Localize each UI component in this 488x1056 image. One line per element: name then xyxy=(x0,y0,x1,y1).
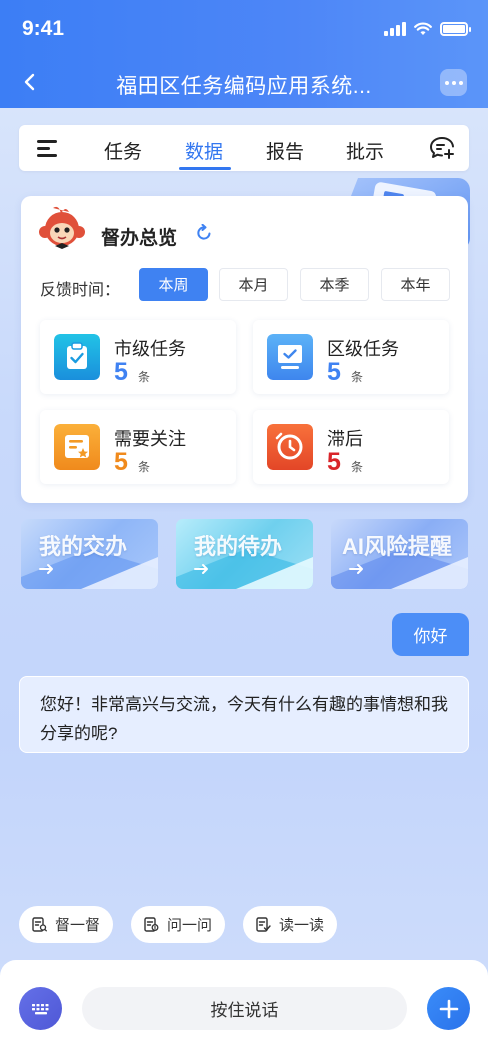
feedback-time-label: 反馈时间： xyxy=(40,282,121,299)
shortcut-my-todo[interactable]: 我的待办 xyxy=(176,519,313,589)
overview-card: 督办总览 反馈时间： 本周 本月 本季 本年 市级任务 5 条 区级任务 5 条… xyxy=(21,196,468,503)
more-button[interactable] xyxy=(440,69,467,96)
input-bar: 按住说话 xyxy=(0,960,488,1056)
overview-title: 督办总览 xyxy=(101,228,178,249)
signal-icon xyxy=(384,22,406,36)
quick-action-read-label: 读一读 xyxy=(279,917,325,934)
clock-alert-icon xyxy=(267,424,313,470)
keyboard-icon xyxy=(31,1003,48,1014)
nav-bar: 福田区任务编码应用系统... xyxy=(0,56,488,108)
wifi-icon xyxy=(414,22,432,35)
keyboard-toggle-button[interactable] xyxy=(19,987,62,1030)
add-button[interactable] xyxy=(427,987,470,1030)
plus-icon xyxy=(439,999,458,1018)
arrow-right-icon xyxy=(39,564,53,574)
ask-icon xyxy=(144,917,159,932)
quick-action-read[interactable]: 读一读 xyxy=(243,906,338,943)
stat-district-tasks-value: 5 xyxy=(327,358,341,386)
stat-attention[interactable]: 需要关注 5 条 xyxy=(40,410,236,484)
stat-district-tasks-unit: 条 xyxy=(351,370,364,384)
arrow-right-icon xyxy=(194,564,208,574)
period-quarter[interactable]: 本季 xyxy=(300,268,369,301)
monkey-mascot-icon xyxy=(39,206,85,249)
tab-data[interactable]: 数据 xyxy=(185,137,223,164)
stat-delayed-unit: 条 xyxy=(351,460,364,474)
quick-action-supervise-label: 督一督 xyxy=(55,917,101,934)
page-title: 福田区任务编码应用系统... xyxy=(116,75,372,98)
refresh-icon[interactable] xyxy=(195,224,213,242)
stat-attention-value: 5 xyxy=(114,448,128,476)
shortcut-ai-risk-label: AI风险提醒 xyxy=(342,534,453,559)
more-icon xyxy=(444,80,449,85)
quick-action-ask[interactable]: 问一问 xyxy=(131,906,226,943)
supervise-icon xyxy=(32,917,47,932)
tab-bar: 任务 数据 报告 批示 xyxy=(19,125,469,171)
tab-reports[interactable]: 报告 xyxy=(266,137,304,164)
ai-message-bubble: 您好！非常高兴与交流，今天有什么有趣的事情想和我分享的呢? xyxy=(19,676,469,753)
quick-action-supervise[interactable]: 督一督 xyxy=(19,906,114,943)
tab-tasks[interactable]: 任务 xyxy=(104,137,142,164)
monitor-check-icon xyxy=(267,334,313,380)
clipboard-check-icon xyxy=(54,334,100,380)
stat-city-tasks[interactable]: 市级任务 5 条 xyxy=(40,320,236,394)
arrow-right-icon xyxy=(349,564,363,574)
user-message-bubble: 你好 xyxy=(392,613,469,656)
stat-district-tasks[interactable]: 区级任务 5 条 xyxy=(253,320,449,394)
phone-screen: 9:41 福田区任务编码应用系统... 任务 数据 报告 批示 督办总览 反馈时… xyxy=(0,0,488,1056)
period-week[interactable]: 本周 xyxy=(139,268,208,301)
new-chat-icon[interactable] xyxy=(429,136,455,160)
stat-delayed-value: 5 xyxy=(327,448,341,476)
battery-icon xyxy=(440,22,471,36)
status-bar: 9:41 xyxy=(0,0,488,56)
menu-icon[interactable] xyxy=(37,140,57,157)
read-icon xyxy=(256,917,271,932)
shortcut-my-todo-label: 我的待办 xyxy=(194,534,283,559)
period-year[interactable]: 本年 xyxy=(381,268,450,301)
stat-city-tasks-unit: 条 xyxy=(138,370,151,384)
active-tab-indicator xyxy=(179,167,231,170)
note-star-icon xyxy=(54,424,100,470)
stat-attention-unit: 条 xyxy=(138,460,151,474)
shortcut-ai-risk[interactable]: AI风险提醒 xyxy=(331,519,468,589)
tab-instructions[interactable]: 批示 xyxy=(346,137,384,164)
shortcut-my-assigned[interactable]: 我的交办 xyxy=(21,519,158,589)
shortcut-my-assigned-label: 我的交办 xyxy=(39,534,128,559)
quick-action-ask-label: 问一问 xyxy=(167,917,213,934)
overview-header: 督办总览 xyxy=(21,196,468,256)
period-month[interactable]: 本月 xyxy=(219,268,288,301)
hold-to-talk-button[interactable]: 按住说话 xyxy=(82,987,407,1030)
stat-city-tasks-value: 5 xyxy=(114,358,128,386)
status-time: 9:41 xyxy=(22,17,65,40)
status-icons xyxy=(384,22,471,36)
stat-delayed[interactable]: 滞后 5 条 xyxy=(253,410,449,484)
